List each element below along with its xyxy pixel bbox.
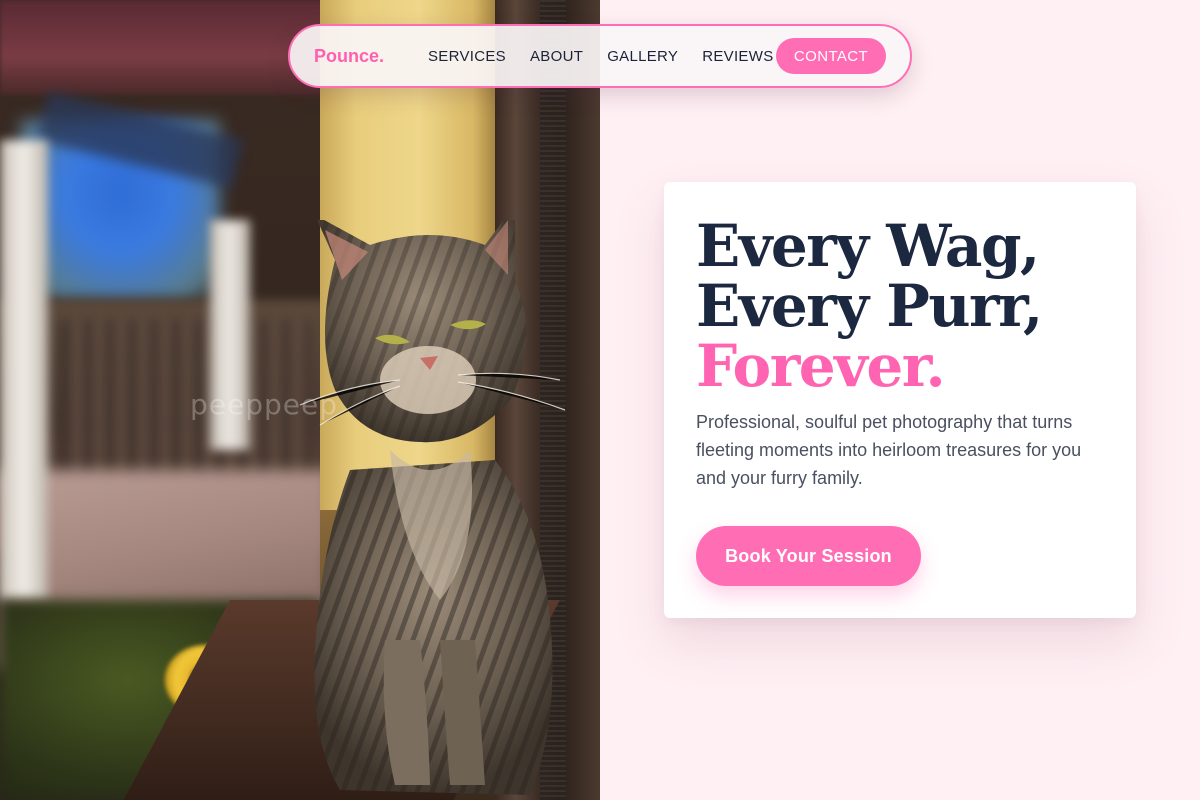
contact-button[interactable]: CONTACT <box>776 38 886 74</box>
photo-roof <box>0 0 330 95</box>
nav-link-about[interactable]: ABOUT <box>530 48 583 65</box>
photo-column <box>0 140 48 600</box>
nav-links: SERVICES ABOUT GALLERY REVIEWS <box>428 48 774 65</box>
hero-headline: Every Wag, Every Purr, Forever. <box>696 216 1104 396</box>
brand-logo[interactable]: Pounce. <box>314 46 424 67</box>
hero-photo: peeppeep <box>0 0 600 800</box>
nav-link-gallery[interactable]: GALLERY <box>607 48 678 65</box>
headline-line-3: Forever. <box>696 332 946 400</box>
photo-watermark: peeppeep <box>190 388 338 421</box>
cat-photo <box>280 205 580 800</box>
headline-line-1: Every Wag, <box>696 212 1040 280</box>
hero-card: Every Wag, Every Purr, Forever. Professi… <box>664 182 1136 618</box>
nav-bar: Pounce. SERVICES ABOUT GALLERY REVIEWS C… <box>288 24 912 88</box>
book-session-button[interactable]: Book Your Session <box>696 526 921 586</box>
nav-link-reviews[interactable]: REVIEWS <box>702 48 773 65</box>
hero-subtitle: Professional, soulful pet photography th… <box>696 412 1082 488</box>
nav-link-services[interactable]: SERVICES <box>428 48 506 65</box>
headline-line-2: Every Purr, <box>696 272 1043 340</box>
